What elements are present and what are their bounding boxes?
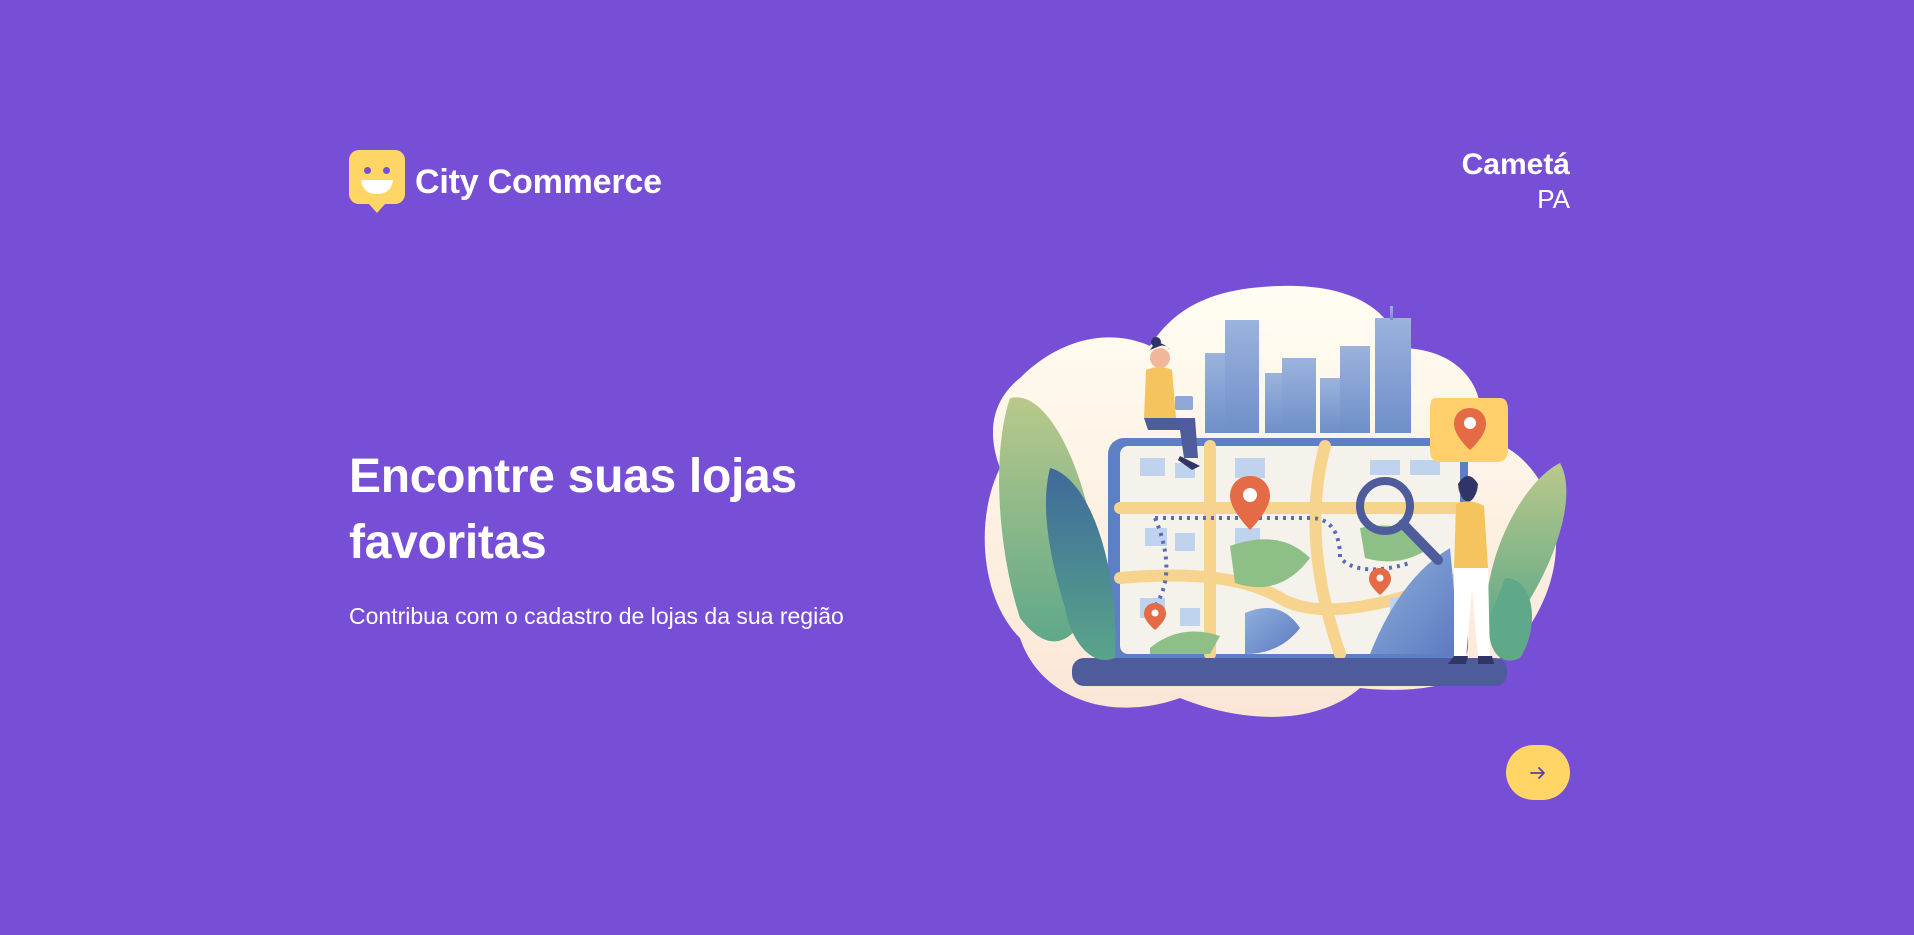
hero-subtitle: Contribua com o cadastro de lojas da sua…: [349, 603, 844, 629]
location-state: PA: [1537, 184, 1570, 214]
smiley-chat-bubble-icon: [349, 150, 405, 213]
brand-link[interactable]: City Commerce: [349, 150, 662, 214]
landing-page: City Commerce Cametá PA Encontre suas lo…: [0, 0, 1914, 935]
location-selector[interactable]: Cametá PA: [1462, 148, 1570, 216]
city-map-illustration: [984, 285, 1567, 717]
location-city: Cametá: [1461, 148, 1570, 181]
map-pin-bubble: [1430, 398, 1508, 462]
tablet-base: [1072, 658, 1507, 686]
arrow-right-icon: [1530, 766, 1545, 779]
next-button[interactable]: [1506, 745, 1570, 800]
brand-name: City Commerce: [415, 163, 662, 201]
hero-title: Encontre suas lojas favoritas: [349, 450, 797, 569]
